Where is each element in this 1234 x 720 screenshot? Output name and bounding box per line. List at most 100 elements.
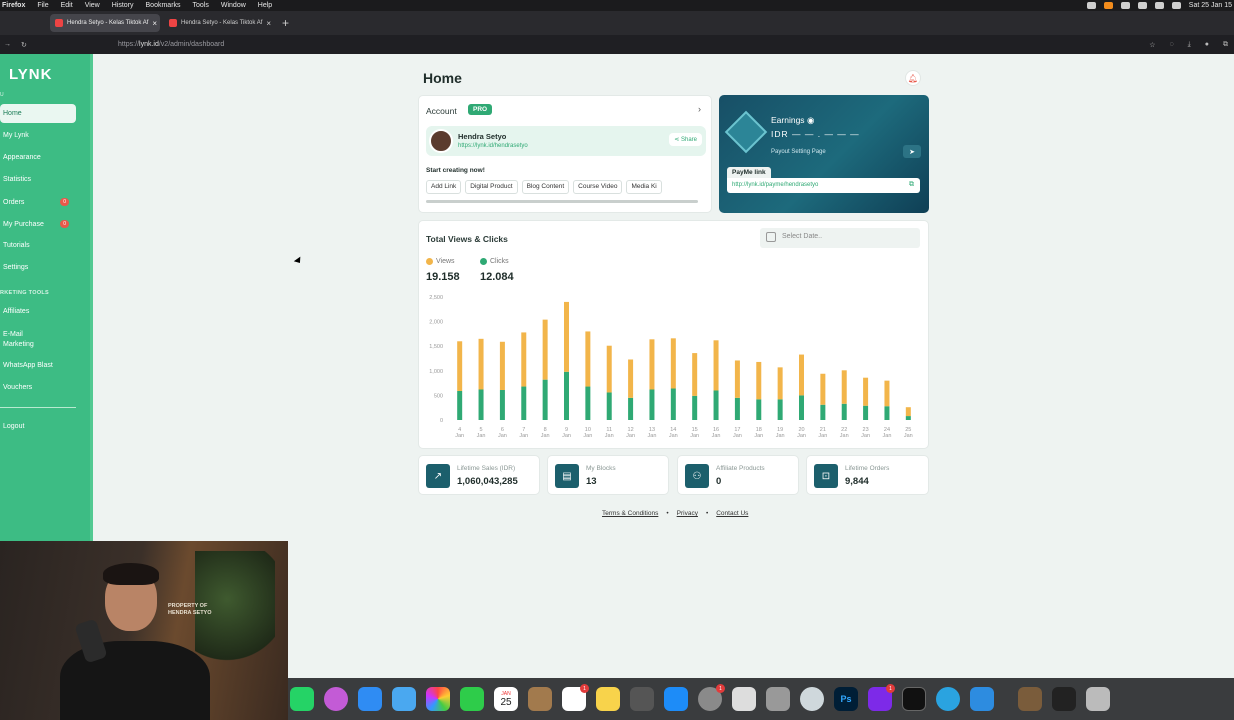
- menu-bookmarks[interactable]: Bookmarks: [146, 2, 181, 9]
- blog-content-chip[interactable]: Blog Content: [521, 180, 570, 194]
- sidebar-item-email-marketing[interactable]: E-Mail Marketing: [3, 330, 53, 350]
- bar-views[interactable]: [692, 353, 698, 396]
- share-button[interactable]: ⋖ Share: [669, 133, 702, 146]
- trash-dock-icon[interactable]: [1086, 687, 1110, 711]
- sidebar-item-my-lynk[interactable]: My Lynk: [3, 132, 79, 139]
- calculator-dock-icon[interactable]: [630, 687, 654, 711]
- maps-dock-icon[interactable]: [392, 687, 416, 711]
- bar-clicks[interactable]: [542, 379, 548, 420]
- profile-link[interactable]: https://lynk.id/hendrasetyo: [458, 143, 528, 149]
- download-icon[interactable]: ⤓: [1188, 41, 1191, 49]
- sidebar-item-home[interactable]: Home: [0, 104, 76, 123]
- media-kit-chip[interactable]: Media Ki: [626, 180, 662, 194]
- contact-link[interactable]: Contact Us: [716, 510, 748, 517]
- chevron-right-icon[interactable]: ›: [698, 104, 701, 114]
- status-icon[interactable]: [1086, 2, 1096, 9]
- browser-tab-2[interactable]: Hendra Setyo - Kelas Tiktok Af ×: [164, 14, 274, 32]
- sidebar-item-settings[interactable]: Settings: [3, 264, 79, 271]
- bar-views[interactable]: [457, 341, 463, 391]
- menu-app-firefox[interactable]: Firefox: [2, 2, 25, 9]
- flower-app-dock-icon[interactable]: [324, 687, 348, 711]
- mail-dock-icon[interactable]: [358, 687, 382, 711]
- bar-clicks[interactable]: [692, 395, 698, 420]
- bar-views[interactable]: [734, 360, 740, 398]
- facetime-dock-icon[interactable]: [460, 687, 484, 711]
- bar-clicks[interactable]: [734, 397, 740, 420]
- folder-stack-dock-icon[interactable]: [1018, 687, 1042, 711]
- sidebar-item-my-purchase[interactable]: My Purchase 0: [3, 220, 79, 228]
- browser-tab-1[interactable]: Hendra Setyo - Kelas Tiktok Af ×: [50, 14, 160, 32]
- calendar-dock-icon[interactable]: JAN 25: [494, 687, 518, 711]
- cloud-icon[interactable]: [1137, 2, 1147, 9]
- contacts-dock-icon[interactable]: [528, 687, 552, 711]
- profile-icon[interactable]: ●: [1205, 41, 1209, 49]
- menubar-clock[interactable]: Sat 25 Jan 15: [1189, 2, 1232, 9]
- new-tab-icon[interactable]: +: [282, 16, 289, 30]
- bar-views[interactable]: [863, 377, 869, 406]
- bar-views[interactable]: [841, 370, 847, 404]
- bar-clicks[interactable]: [564, 371, 569, 420]
- bar-clicks[interactable]: [585, 386, 591, 420]
- app-store-dock-icon[interactable]: [664, 687, 688, 711]
- canva-dock-icon[interactable]: 1: [868, 684, 895, 711]
- date-picker-input[interactable]: Select Date..: [760, 228, 920, 248]
- bar-views[interactable]: [521, 332, 527, 387]
- bar-views[interactable]: [585, 331, 591, 387]
- bar-views[interactable]: [884, 380, 890, 407]
- reload-icon[interactable]: ↻: [21, 41, 27, 49]
- bar-clicks[interactable]: [457, 390, 463, 420]
- sidebar-item-statistics[interactable]: Statistics: [3, 176, 79, 183]
- bar-clicks[interactable]: [649, 389, 655, 420]
- add-link-chip[interactable]: Add Link: [426, 180, 462, 194]
- bar-clicks[interactable]: [670, 388, 676, 420]
- s-app-dock-icon[interactable]: [970, 687, 994, 711]
- back-icon[interactable]: →: [4, 41, 11, 49]
- menu-help[interactable]: Help: [258, 2, 272, 9]
- extensions-icon[interactable]: ⧉: [1223, 41, 1228, 49]
- bar-views[interactable]: [799, 354, 804, 396]
- reminders-dock-icon[interactable]: 1: [562, 684, 589, 711]
- notification-bell-icon[interactable]: 🔔︎: [905, 70, 921, 86]
- mic-status-icon[interactable]: [1103, 2, 1113, 9]
- menu-tools[interactable]: Tools: [193, 2, 209, 9]
- bar-clicks[interactable]: [841, 403, 847, 420]
- chips-scrollbar[interactable]: [426, 200, 698, 203]
- bar-views[interactable]: [478, 338, 484, 390]
- menu-history[interactable]: History: [112, 2, 134, 9]
- bar-views[interactable]: [777, 367, 783, 400]
- bar-clicks[interactable]: [820, 404, 826, 420]
- browser-dock-icon[interactable]: [800, 687, 824, 711]
- settings-dock-icon[interactable]: 1: [698, 684, 725, 711]
- screen-icon[interactable]: [1120, 2, 1130, 9]
- bar-views[interactable]: [499, 341, 505, 390]
- bar-clicks[interactable]: [521, 386, 527, 420]
- course-video-chip[interactable]: Course Video: [573, 180, 623, 194]
- menu-window[interactable]: Window: [221, 2, 246, 9]
- bar-views[interactable]: [542, 319, 548, 380]
- bar-clicks[interactable]: [713, 390, 719, 420]
- sidebar-item-whatsapp-blast[interactable]: WhatsApp Blast: [3, 362, 79, 369]
- sidebar-item-affiliates[interactable]: Affiliates: [3, 308, 79, 315]
- eye-icon[interactable]: ◉: [807, 115, 814, 125]
- menu-view[interactable]: View: [85, 2, 100, 9]
- sidebar-item-orders[interactable]: Orders 0: [3, 198, 79, 206]
- bar-clicks[interactable]: [628, 397, 634, 420]
- search-icon[interactable]: [1171, 2, 1181, 9]
- send-icon[interactable]: ➤: [903, 145, 921, 158]
- bar-views[interactable]: [670, 338, 676, 389]
- notes-dock-icon[interactable]: [596, 687, 620, 711]
- downloads-stack-dock-icon[interactable]: [1052, 687, 1076, 711]
- bar-views[interactable]: [756, 361, 762, 400]
- photoshop-dock-icon[interactable]: Ps: [834, 687, 858, 711]
- preview-dock-icon[interactable]: [732, 687, 756, 711]
- sidebar-item-tutorials[interactable]: Tutorials: [3, 242, 79, 249]
- pocket-icon[interactable]: ◌: [1169, 41, 1173, 49]
- menu-file[interactable]: File: [37, 2, 48, 9]
- bar-clicks[interactable]: [777, 399, 783, 420]
- privacy-link[interactable]: Privacy: [677, 510, 698, 517]
- bar-views[interactable]: [628, 359, 634, 398]
- bar-clicks[interactable]: [884, 406, 890, 420]
- bar-clicks[interactable]: [499, 389, 505, 420]
- bookmark-star-icon[interactable]: ☆: [1149, 41, 1155, 49]
- terms-link[interactable]: Terms & Conditions: [602, 510, 658, 517]
